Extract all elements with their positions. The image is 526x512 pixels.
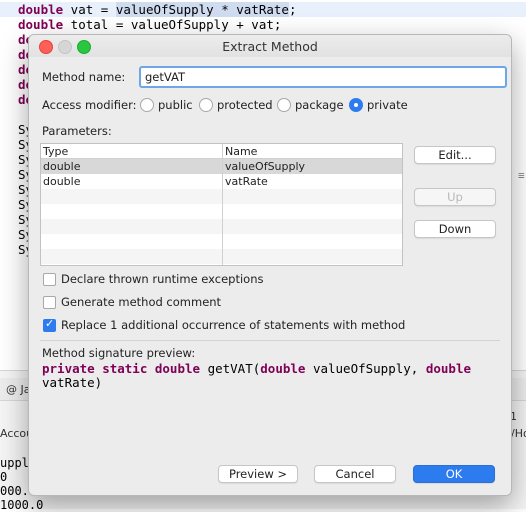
replace-occurrences-checkbox[interactable] xyxy=(43,317,56,332)
radio-protected-label[interactable]: protected xyxy=(217,98,273,112)
console-path-fragment: /Ho xyxy=(511,427,526,440)
selected-expression: valueOfSupply * vatRate xyxy=(115,2,289,17)
keyword: double xyxy=(18,17,64,32)
radio-package-label[interactable]: package xyxy=(295,98,344,112)
parameters-table[interactable]: Type Name double valueOfSupply double va… xyxy=(40,143,403,266)
keyword: double xyxy=(18,2,64,17)
radio-public[interactable] xyxy=(140,98,154,112)
console-line: 1000.0 xyxy=(0,498,44,512)
down-button[interactable]: Down xyxy=(414,220,496,238)
overview-ruler-icon: ≡ xyxy=(518,169,525,182)
separator xyxy=(40,340,500,341)
console-line: 0 xyxy=(0,470,8,484)
method-name-input[interactable]: getVAT xyxy=(139,66,507,88)
extract-method-dialog: Extract Method Method name: getVAT Acces… xyxy=(28,34,512,496)
param-name: valueOfSupply xyxy=(225,160,306,173)
declare-exceptions-label[interactable]: Declare thrown runtime exceptions xyxy=(61,272,264,286)
sig-text: getVAT( xyxy=(200,361,261,376)
sig-text: valueOfSupply, xyxy=(305,361,426,376)
column-divider xyxy=(222,144,223,265)
param-type: double xyxy=(43,160,81,173)
column-header-type[interactable]: Type xyxy=(41,144,222,159)
param-name: vatRate xyxy=(225,175,268,188)
preview-button[interactable]: Preview > xyxy=(218,465,298,483)
signature-preview: private static double getVAT(double valu… xyxy=(42,362,502,390)
signature-preview-label: Method signature preview: xyxy=(42,346,196,360)
code-text: ; xyxy=(288,2,297,17)
sig-keyword: double xyxy=(425,361,471,376)
replace-occurrences-label[interactable]: Replace 1 additional occurrence of state… xyxy=(61,318,405,332)
access-modifier-label: Access modifier: xyxy=(42,98,137,112)
sig-keyword: private static double xyxy=(42,361,201,376)
javadoc-tab[interactable]: @ Ja xyxy=(6,383,30,396)
edit-button[interactable]: Edit... xyxy=(414,146,496,164)
radio-package[interactable] xyxy=(277,98,291,112)
radio-private[interactable] xyxy=(349,98,363,112)
dialog-title: Extract Method xyxy=(222,39,318,54)
radio-private-label[interactable]: private xyxy=(367,98,408,112)
up-button[interactable]: Up xyxy=(414,188,496,206)
cancel-button[interactable]: Cancel xyxy=(314,465,396,483)
column-header-name[interactable]: Name xyxy=(223,144,402,159)
generate-comment-checkbox[interactable] xyxy=(43,296,56,309)
radio-protected[interactable] xyxy=(199,98,213,112)
generate-comment-label[interactable]: Generate method comment xyxy=(61,295,221,309)
parameters-label: Parameters: xyxy=(42,124,112,138)
ok-button[interactable]: OK xyxy=(413,465,495,483)
code-text: vat = xyxy=(63,2,116,17)
sig-keyword: double xyxy=(260,361,306,376)
sig-text: vatRate) xyxy=(42,375,103,390)
method-name-label: Method name: xyxy=(42,70,126,84)
declare-exceptions-checkbox[interactable] xyxy=(43,273,56,286)
code-line-total[interactable]: double total = valueOfSupply + vat; xyxy=(18,17,281,32)
dialog-titlebar[interactable]: Extract Method xyxy=(29,35,511,57)
code-text: total = valueOfSupply + vat; xyxy=(63,17,282,32)
param-type: double xyxy=(43,175,81,188)
code-line-vat[interactable]: double vat = valueOfSupply * vatRate; xyxy=(0,2,526,17)
radio-public-label[interactable]: public xyxy=(158,98,193,112)
